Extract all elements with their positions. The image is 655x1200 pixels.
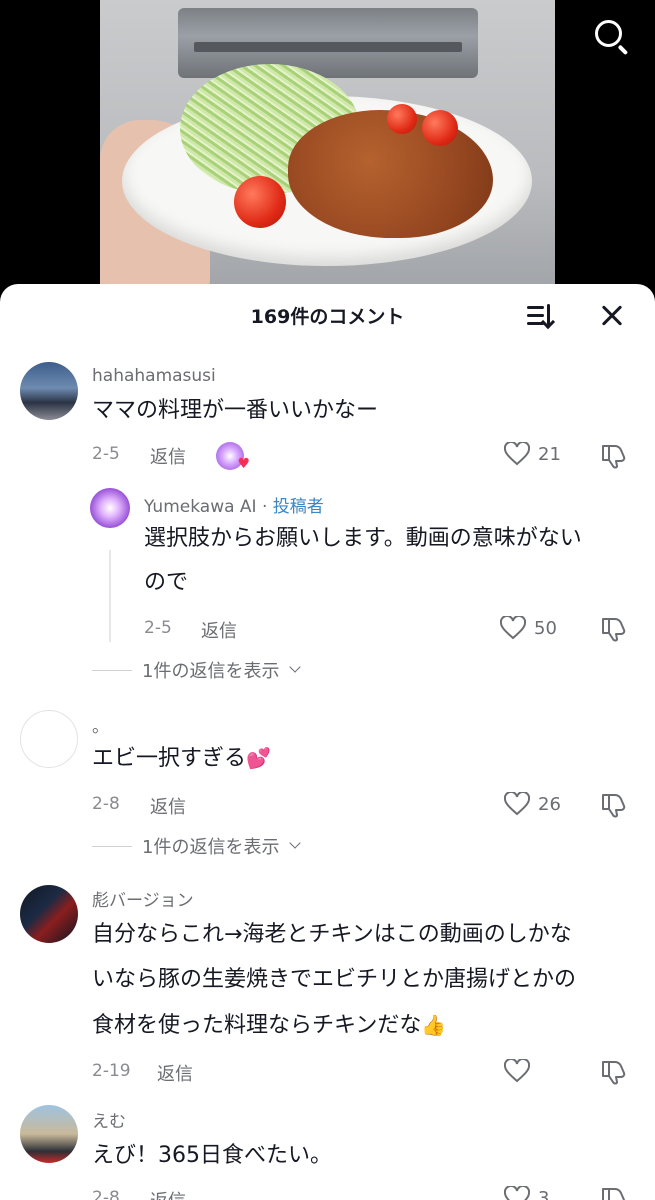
reply-text-line1: 選択肢からお願いします。動画の意味がない xyxy=(144,526,582,551)
reply-button[interactable]: 返信 xyxy=(201,617,237,643)
comment-text: えび！365日食べたい。 xyxy=(92,1143,332,1168)
video-player[interactable] xyxy=(0,0,655,300)
video-tomato xyxy=(422,110,458,146)
like-count: 21 xyxy=(538,443,561,465)
video-frame xyxy=(100,0,555,300)
comment-date: 2-5 xyxy=(92,444,120,464)
view-replies-button[interactable]: 1件の返信を表示 xyxy=(92,833,302,859)
avatar[interactable] xyxy=(20,885,78,943)
heart-icon xyxy=(504,442,530,466)
video-tomato xyxy=(234,176,286,228)
comment-text-line1: 自分ならこれ→海老とチキンはこの動画のしかな xyxy=(92,922,572,947)
author-tag: 投稿者 xyxy=(272,497,324,517)
comment-text: ママの料理が一番いいかなー xyxy=(92,398,379,423)
reply-text-line2: ので xyxy=(144,570,189,595)
comment-username[interactable]: hahahamasusi xyxy=(92,366,216,386)
avatar[interactable] xyxy=(20,362,78,420)
creator-liked-badge: ♥ xyxy=(216,442,250,472)
dislike-icon[interactable] xyxy=(600,1186,628,1200)
heart-icon xyxy=(504,1059,530,1083)
view-replies-button[interactable]: 1件の返信を表示 xyxy=(92,657,302,683)
dislike-icon[interactable] xyxy=(600,792,628,818)
chevron-down-icon xyxy=(289,837,302,849)
like-button[interactable] xyxy=(504,1059,538,1083)
comment-date: 2-8 xyxy=(92,794,120,814)
like-button[interactable]: 50 xyxy=(500,616,557,640)
reply-username[interactable]: Yumekawa AI · 投稿者 xyxy=(144,492,324,517)
reply-button[interactable]: 返信 xyxy=(150,793,186,819)
like-button[interactable]: 21 xyxy=(504,442,561,466)
dislike-icon[interactable] xyxy=(600,1059,628,1085)
chevron-down-icon xyxy=(289,661,302,673)
reply-button[interactable]: 返信 xyxy=(150,1187,186,1200)
dislike-icon[interactable] xyxy=(600,616,628,642)
comment-username[interactable]: えむ xyxy=(92,1107,126,1132)
like-count: 26 xyxy=(538,793,561,815)
comment-date: 2-8 xyxy=(92,1188,120,1200)
sort-icon[interactable] xyxy=(527,304,557,330)
comment-text: エビ一択すぎる💕 xyxy=(92,746,271,771)
reply-date: 2-5 xyxy=(144,618,172,638)
avatar[interactable] xyxy=(20,1105,78,1163)
avatar[interactable] xyxy=(20,710,78,768)
close-icon[interactable] xyxy=(600,304,624,328)
heart-icon xyxy=(504,792,530,816)
comment-username[interactable]: 彪バージョン xyxy=(92,886,194,911)
dislike-icon[interactable] xyxy=(600,443,628,469)
comment-text-line2: いなら豚の生姜焼きでエビチリとか唐揚げとかの xyxy=(92,967,577,992)
avatar[interactable] xyxy=(90,488,130,528)
like-count: 3 xyxy=(538,1187,550,1200)
thread-line xyxy=(109,550,111,642)
reply-button[interactable]: 返信 xyxy=(150,443,186,469)
like-count: 50 xyxy=(534,617,557,639)
comments-header: 169件のコメント xyxy=(0,284,655,346)
heart-icon xyxy=(504,1186,530,1200)
video-tomato xyxy=(387,104,417,134)
like-button[interactable]: 3 xyxy=(504,1186,549,1200)
comment-username[interactable]: 。 xyxy=(92,712,109,737)
search-icon[interactable] xyxy=(593,18,631,56)
comment-text-line3: 食材を使った料理ならチキンだな👍 xyxy=(92,1013,447,1038)
like-button[interactable]: 26 xyxy=(504,792,561,816)
heart-icon xyxy=(500,616,526,640)
comment-date: 2-19 xyxy=(92,1061,131,1081)
video-background-appliance xyxy=(178,8,478,78)
reply-button[interactable]: 返信 xyxy=(157,1060,193,1086)
